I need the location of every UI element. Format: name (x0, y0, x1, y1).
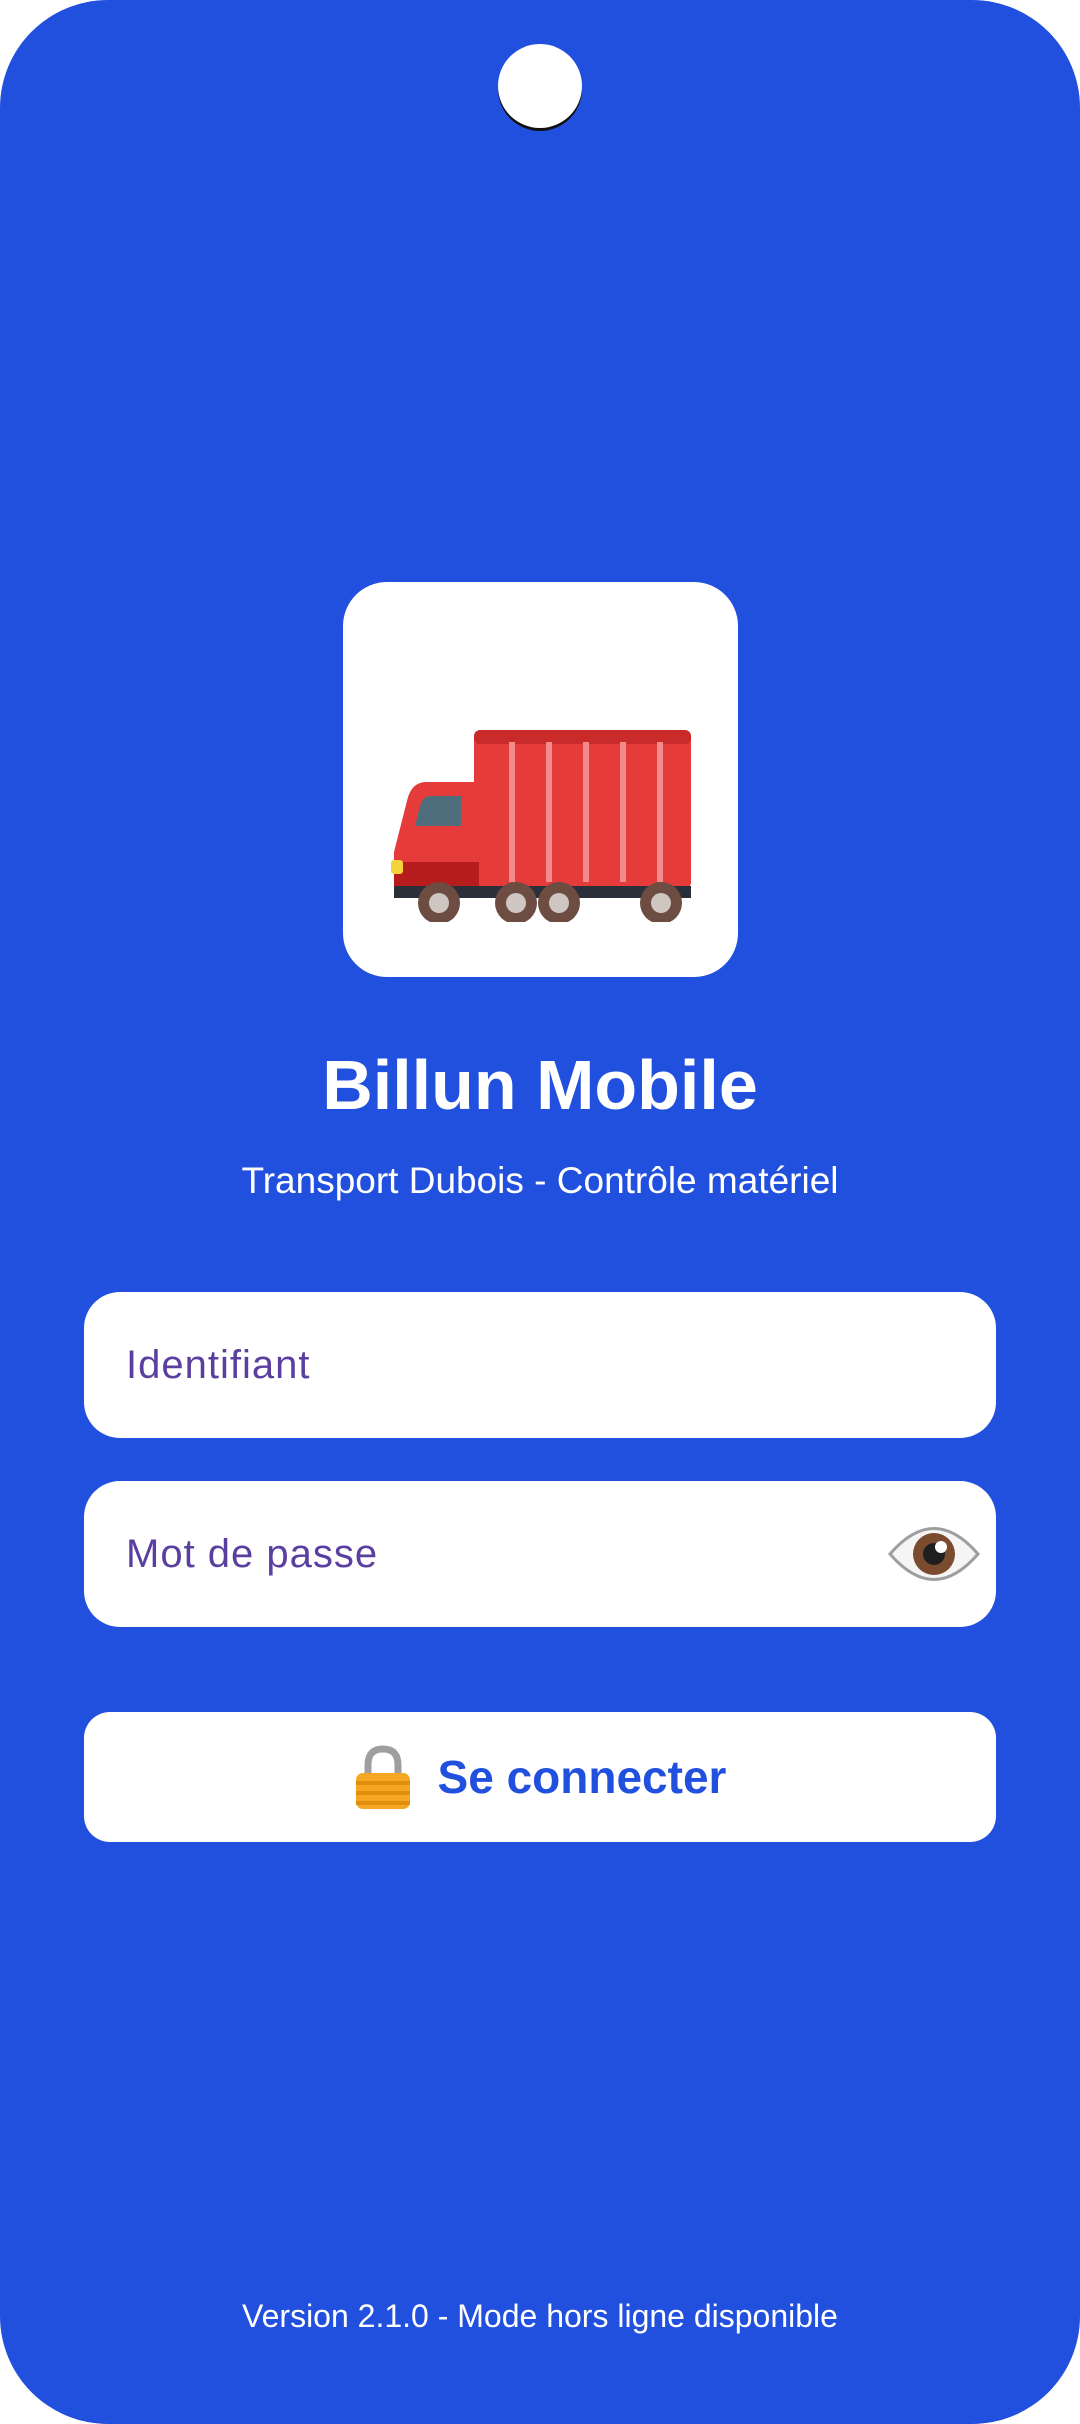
password-field[interactable] (84, 1481, 996, 1627)
login-screen: Billun Mobile Transport Dubois - Contrôl… (0, 0, 1080, 2424)
show-password-button[interactable] (886, 1509, 982, 1599)
lock-icon (355, 1745, 410, 1809)
login-button-label: Se connecter (437, 1751, 727, 1803)
version-info: Version 2.1.0 - Mode hors ligne disponib… (242, 2298, 838, 2334)
username-field[interactable] (84, 1292, 996, 1438)
camera-cutout (498, 44, 582, 128)
username-input[interactable] (126, 1292, 906, 1438)
app-title: Billun Mobile (322, 1046, 758, 1124)
app-logo (343, 582, 738, 977)
app-subtitle: Transport Dubois - Contrôle matériel (241, 1160, 839, 1201)
truck-icon (391, 730, 691, 922)
eye-icon (888, 1527, 980, 1581)
login-button[interactable]: Se connecter (84, 1712, 996, 1842)
password-input[interactable] (126, 1481, 906, 1627)
